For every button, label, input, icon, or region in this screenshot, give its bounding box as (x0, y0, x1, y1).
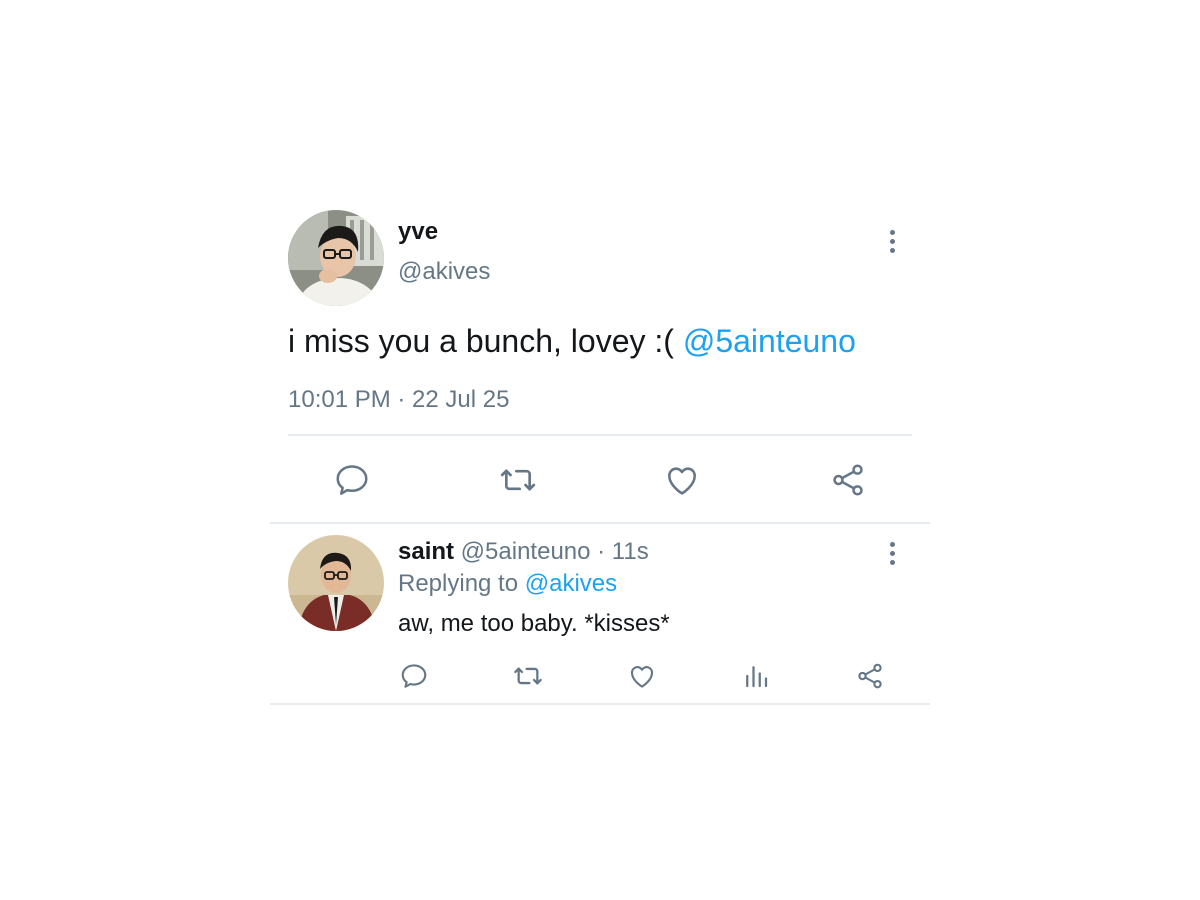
avatar[interactable] (288, 210, 384, 306)
tweet-text: i miss you a bunch, lovey :( @5ainteuno (288, 320, 856, 362)
replying-prefix: Replying to (398, 570, 525, 597)
retweet-icon[interactable] (496, 458, 540, 502)
user-handle[interactable]: @akives (398, 258, 490, 286)
like-icon[interactable] (624, 658, 660, 694)
mention-link[interactable]: @5ainteuno (683, 323, 856, 359)
reply-icon[interactable] (330, 458, 374, 502)
share-icon[interactable] (852, 658, 888, 694)
handle-and-time[interactable]: @5ainteuno · 11s (454, 538, 649, 565)
more-options-icon[interactable] (882, 538, 902, 568)
replying-to: Replying to @akives (398, 569, 617, 599)
display-name[interactable]: saint (398, 538, 454, 565)
tweet-timestamp[interactable]: 10:01 PM · 22 Jul 25 (288, 385, 509, 415)
share-icon[interactable] (826, 458, 870, 502)
retweet-icon[interactable] (510, 658, 546, 694)
tweet-thread: yve @akives i miss you a bunch, lovey :(… (0, 0, 1200, 900)
divider (288, 434, 912, 436)
analytics-icon[interactable] (738, 658, 774, 694)
reply-icon[interactable] (396, 658, 432, 694)
tweet-body: i miss you a bunch, lovey :( (288, 323, 683, 359)
divider (270, 703, 930, 705)
divider (270, 522, 930, 524)
like-icon[interactable] (660, 458, 704, 502)
reply-header: saint @5ainteuno · 11s (398, 537, 649, 567)
display-name[interactable]: yve (398, 218, 438, 246)
more-options-icon[interactable] (882, 226, 902, 256)
avatar[interactable] (288, 535, 384, 631)
tweet-text: aw, me too baby. *kisses* (398, 610, 670, 637)
mention-link[interactable]: @akives (525, 570, 617, 597)
